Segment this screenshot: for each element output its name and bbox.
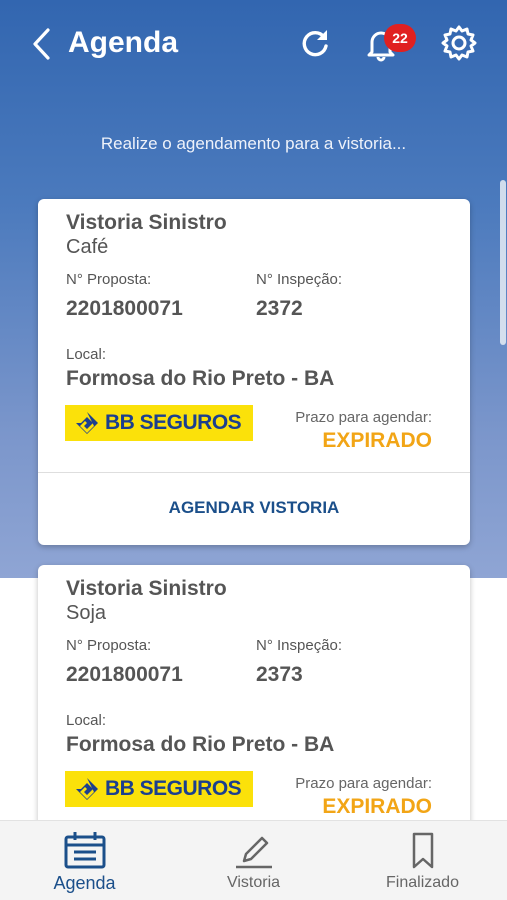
refresh-button[interactable] <box>298 26 332 60</box>
proposal-number: 2201800071 <box>66 297 183 320</box>
bb-logo-icon <box>76 778 98 800</box>
proposal-label: N° Proposta: <box>66 271 152 288</box>
inspection-label: N° Inspeção: <box>256 637 343 654</box>
scrollbar[interactable] <box>500 180 506 345</box>
bb-seguros-logo: BB SEGUROS <box>65 405 253 441</box>
inspection-label: N° Inspeção: <box>256 271 343 288</box>
nav-label-finalizado: Finalizado <box>386 874 459 891</box>
chevron-left-icon <box>33 28 50 60</box>
nav-label-agenda: Agenda <box>53 873 116 893</box>
nav-label-vistoria: Vistoria <box>226 874 281 891</box>
nav-tab-finalizado[interactable]: Finalizado <box>338 821 507 900</box>
location-value: Formosa do Rio Preto - BA <box>66 367 335 390</box>
instruction-text: Realize o agendamento para a vistoria... <box>100 134 407 153</box>
nav-tab-agenda[interactable]: Agenda <box>0 821 169 900</box>
pencil-icon <box>236 836 272 869</box>
nav-tab-vistoria[interactable]: Vistoria <box>169 821 338 900</box>
card-crop: Café <box>66 236 109 258</box>
notification-badge: 22 <box>384 24 416 52</box>
deadline-label: Prazo para agendar: <box>295 409 432 426</box>
location-value: Formosa do Rio Preto - BA <box>66 733 335 756</box>
deadline-status: EXPIRADO <box>322 795 432 818</box>
bookmark-icon <box>412 832 434 869</box>
deadline-label: Prazo para agendar: <box>295 775 432 792</box>
schedule-inspection-button[interactable]: AGENDAR VISTORIA <box>38 473 470 545</box>
card-crop: Soja <box>66 602 107 624</box>
inspection-number: 2372 <box>256 297 303 320</box>
gear-icon <box>441 25 477 61</box>
deadline-status: EXPIRADO <box>322 429 432 452</box>
refresh-icon <box>302 30 328 57</box>
location-label: Local: <box>66 712 107 729</box>
proposal-label: N° Proposta: <box>66 637 152 654</box>
bb-logo-icon <box>76 412 98 434</box>
logo-text: BB SEGUROS <box>105 777 242 800</box>
proposal-number: 2201800071 <box>66 663 183 686</box>
logo-text: BB SEGUROS <box>105 411 242 434</box>
calendar-icon <box>64 832 106 869</box>
card-title: Vistoria Sinistro <box>66 577 227 600</box>
bb-seguros-logo: BB SEGUROS <box>65 771 253 807</box>
settings-button[interactable] <box>440 24 478 62</box>
card-title: Vistoria Sinistro <box>66 211 227 234</box>
location-label: Local: <box>66 346 107 363</box>
back-button[interactable] <box>28 26 58 62</box>
page-title: Agenda <box>68 26 179 59</box>
top-app-bar: Agenda 22 <box>0 0 507 90</box>
bottom-navigation: Agenda Vistoria Finalizado <box>0 820 507 900</box>
inspection-number: 2373 <box>256 663 303 686</box>
inspection-card[interactable]: Vistoria Sinistro Café N° Proposta: 2201… <box>38 199 470 545</box>
